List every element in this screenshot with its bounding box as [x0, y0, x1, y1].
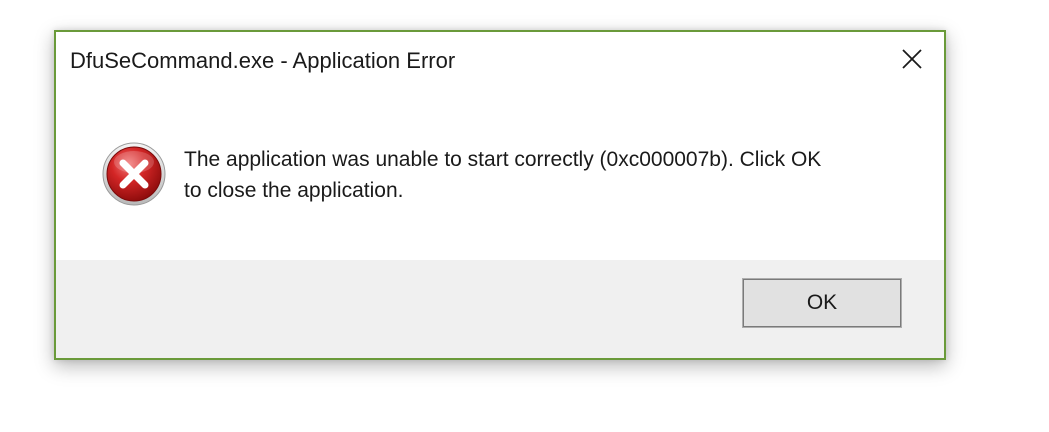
- dialog-title: DfuSeCommand.exe - Application Error: [70, 48, 456, 73]
- error-dialog: DfuSeCommand.exe - Application Error The…: [54, 30, 946, 360]
- error-message-line-1: The application was unable to start corr…: [184, 148, 822, 171]
- ok-button[interactable]: OK: [742, 278, 902, 328]
- error-message: The application was unable to start corr…: [184, 144, 904, 206]
- close-button[interactable]: [880, 32, 944, 86]
- close-icon: [902, 49, 922, 69]
- dialog-footer: OK: [56, 260, 944, 358]
- error-icon: [102, 142, 166, 206]
- error-message-line-2: to close the application.: [184, 179, 404, 202]
